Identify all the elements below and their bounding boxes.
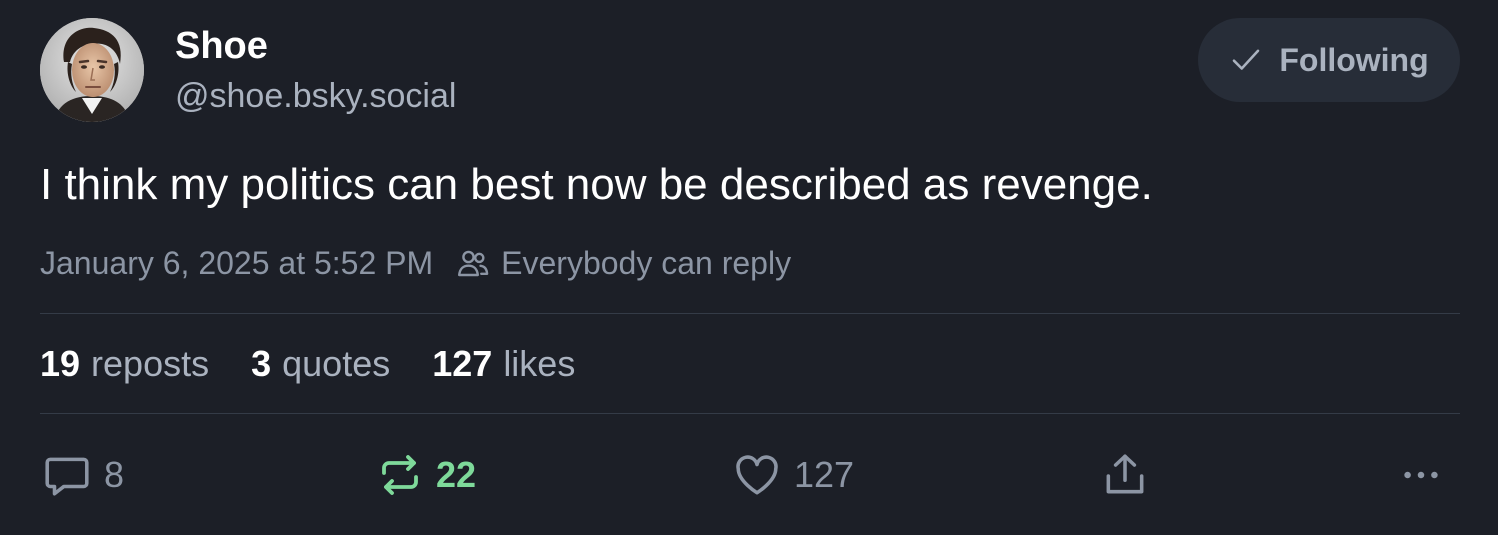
- post-actions: 8 22 127: [0, 440, 1498, 510]
- reposts-count: 19: [40, 343, 81, 384]
- author-handle[interactable]: @shoe.bsky.social: [175, 76, 456, 116]
- divider: [40, 313, 1460, 314]
- reply-button[interactable]: 8: [42, 440, 124, 510]
- share-button[interactable]: [1100, 440, 1150, 510]
- share-icon: [1106, 454, 1144, 494]
- following-button-label: Following: [1279, 41, 1429, 78]
- repost-count: 22: [436, 454, 477, 495]
- like-button[interactable]: 127: [732, 440, 854, 510]
- reposts-stat[interactable]: 19 reposts: [40, 342, 209, 386]
- likes-label: likes: [503, 343, 576, 384]
- post-text: I think my politics can best now be desc…: [40, 160, 1153, 209]
- engagement-stats: 19 reposts 3 quotes 127 likes: [40, 342, 617, 386]
- post-meta: January 6, 2025 at 5:52 PM Everybody can…: [40, 244, 791, 282]
- likes-stat[interactable]: 127 likes: [432, 342, 575, 386]
- author-display-name[interactable]: Shoe: [175, 24, 268, 68]
- reply-setting-label: Everybody can reply: [501, 245, 792, 281]
- avatar[interactable]: [40, 18, 144, 122]
- repost-button[interactable]: 22: [376, 440, 476, 510]
- following-button[interactable]: Following: [1198, 18, 1460, 102]
- likes-count: 127: [432, 343, 493, 384]
- divider: [40, 413, 1460, 414]
- more-icon: [1404, 471, 1438, 479]
- reply-setting[interactable]: Everybody can reply: [455, 244, 791, 282]
- repost-icon: [382, 455, 418, 495]
- reply-count: 8: [104, 454, 125, 495]
- like-count: 127: [794, 454, 855, 495]
- avatar-portrait-image: [40, 18, 144, 122]
- people-icon: [458, 250, 489, 277]
- heart-icon: [736, 455, 778, 495]
- quotes-stat[interactable]: 3 quotes: [251, 342, 390, 386]
- reposts-label: reposts: [91, 343, 210, 384]
- post-timestamp[interactable]: January 6, 2025 at 5:52 PM: [40, 244, 433, 282]
- check-icon: [1233, 49, 1260, 70]
- post-thread-view: Shoe @shoe.bsky.social Following I think…: [0, 0, 1498, 535]
- comment-icon: [45, 457, 89, 496]
- more-options-button[interactable]: [1398, 440, 1444, 510]
- quotes-count: 3: [251, 343, 272, 384]
- quotes-label: quotes: [282, 343, 391, 384]
